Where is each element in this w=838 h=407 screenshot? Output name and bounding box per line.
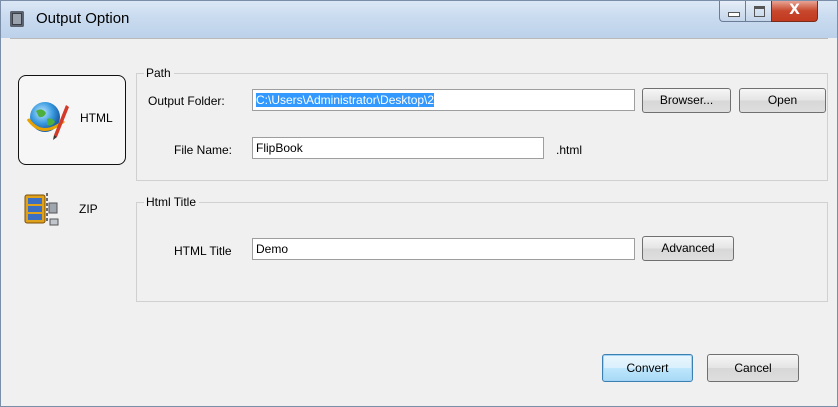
path-group-legend: Path (144, 66, 174, 80)
convert-button[interactable]: Convert (602, 354, 693, 382)
title-bar[interactable]: Output Option X (1, 1, 837, 38)
nav-item-html[interactable]: HTML (18, 75, 126, 165)
output-folder-value: C:\Users\Administrator\Desktop\2 (256, 93, 435, 107)
html-title-label: HTML Title (174, 244, 232, 258)
html-title-group-legend: Html Title (144, 195, 200, 209)
window-title: Output Option (36, 10, 130, 27)
globe-pencil-icon (26, 102, 69, 140)
file-name-label: File Name: (174, 143, 233, 157)
nav-item-zip[interactable]: ZIP (18, 189, 126, 235)
output-folder-label: Output Folder: (148, 94, 225, 108)
close-icon: X (789, 2, 800, 18)
nav-item-zip-label: ZIP (79, 202, 98, 216)
close-button[interactable]: X (771, 1, 818, 22)
output-option-window: Output Option X HTML ZIP Path Output Fol… (0, 0, 838, 407)
nav-item-html-label: HTML (80, 111, 113, 125)
html-title-field[interactable]: Demo (252, 238, 635, 260)
browse-button[interactable]: Browser... (642, 88, 731, 113)
file-name-field[interactable]: FlipBook (252, 137, 544, 159)
maximize-button[interactable] (745, 1, 772, 22)
cancel-button[interactable]: Cancel (707, 354, 799, 382)
output-folder-field[interactable]: C:\Users\Administrator\Desktop\2 (252, 89, 635, 111)
zip-archive-icon (24, 193, 59, 226)
app-icon (10, 11, 24, 27)
file-extension-label: .html (556, 143, 583, 157)
title-separator (10, 38, 828, 39)
advanced-button[interactable]: Advanced (642, 236, 734, 261)
open-button[interactable]: Open (739, 88, 826, 113)
minimize-button[interactable] (719, 1, 746, 22)
